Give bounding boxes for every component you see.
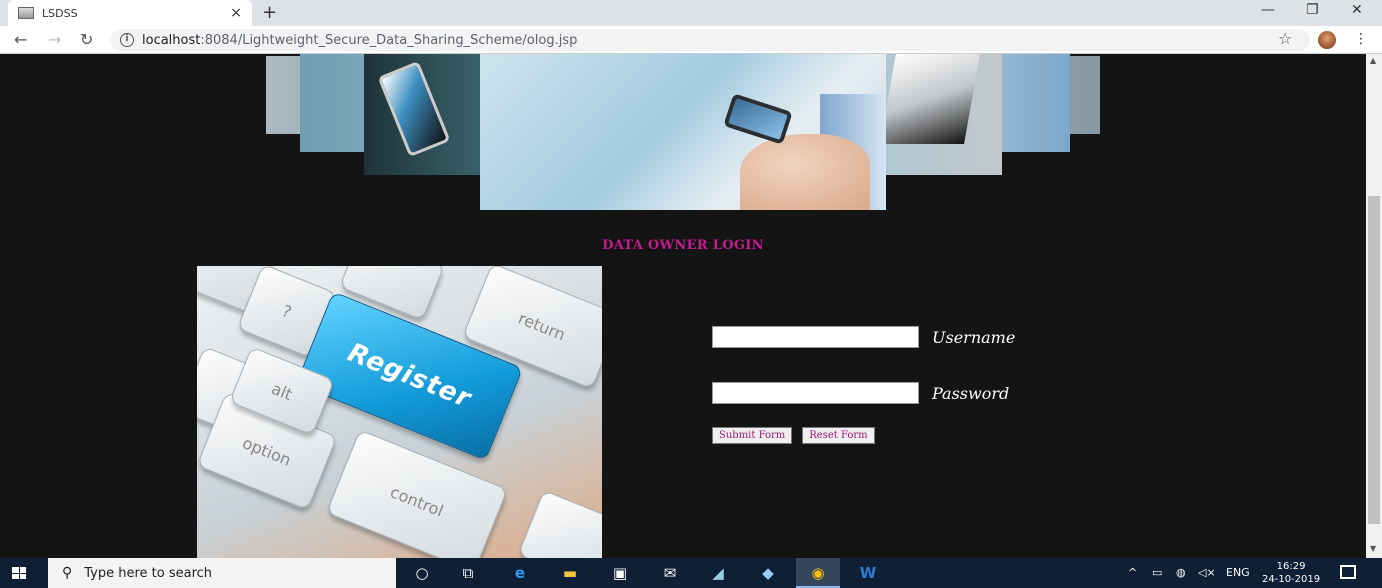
page-content: DATA OWNER LOGIN ? return Register optio…	[0, 54, 1366, 558]
scroll-down-icon[interactable]: ▼	[1370, 544, 1376, 553]
site-info-icon[interactable]: i	[120, 33, 134, 47]
network-icon[interactable]: ◍	[1176, 566, 1186, 579]
volume-icon[interactable]: ◁×	[1198, 566, 1216, 579]
tab-title: LSDSS	[42, 6, 78, 20]
url-host: localhost	[142, 32, 201, 48]
mail-icon[interactable]: ✉	[660, 563, 680, 583]
submit-button[interactable]: Submit Form	[712, 427, 793, 444]
restore-button[interactable]: ❐	[1306, 2, 1319, 18]
tab-close-icon[interactable]: ×	[230, 5, 242, 21]
search-placeholder: Type here to search	[84, 565, 213, 581]
taskbar-clock[interactable]: 16:29 24-10-2019	[1262, 560, 1320, 586]
bookmark-star-icon[interactable]: ☆	[1278, 29, 1292, 48]
favicon-icon	[18, 7, 34, 19]
chrome-icon[interactable]: ◉	[808, 563, 828, 583]
close-window-button[interactable]: ✕	[1351, 2, 1363, 18]
scrollbar-thumb[interactable]	[1368, 196, 1380, 524]
battery-icon[interactable]: ▭	[1152, 566, 1162, 579]
tray-chevron-icon[interactable]: ^	[1128, 566, 1137, 579]
form-buttons: Submit Form Reset Form	[712, 427, 875, 444]
banner-hand	[740, 134, 870, 210]
language-indicator[interactable]: ENG	[1226, 566, 1250, 579]
word-icon[interactable]: W	[858, 563, 878, 583]
search-icon: ⚲	[62, 565, 73, 581]
tab-strip: LSDSS × + — ❐ ✕	[0, 0, 1382, 26]
minimize-button[interactable]: —	[1261, 2, 1275, 18]
username-row: Username	[712, 326, 1015, 348]
forward-arrow-icon[interactable]: →	[48, 30, 61, 49]
task-view-icon[interactable]: ⧉	[458, 563, 478, 583]
back-arrow-icon[interactable]: ←	[14, 30, 27, 49]
taskbar-search[interactable]: ⚲ Type here to search	[48, 558, 396, 588]
clock-date: 24-10-2019	[1262, 574, 1321, 585]
browser-toolbar: ← → ↻ i localhost:8084/Lightweight_Secur…	[0, 26, 1382, 54]
cortana-icon[interactable]: ○	[412, 563, 432, 583]
package-icon[interactable]: ◆	[758, 563, 778, 583]
url-path: :8084/Lightweight_Secure_Data_Sharing_Sc…	[200, 32, 578, 48]
profile-avatar[interactable]	[1318, 31, 1336, 49]
browser-tab[interactable]: LSDSS ×	[8, 0, 252, 26]
username-label: Username	[932, 327, 1016, 347]
password-label: Password	[932, 383, 1010, 403]
app-icon[interactable]: ◢	[708, 563, 728, 583]
notification-icon[interactable]	[1340, 565, 1356, 579]
new-tab-button[interactable]: +	[262, 2, 277, 23]
banner-tablet-image	[880, 54, 980, 144]
page-title: DATA OWNER LOGIN	[602, 238, 764, 253]
password-row: Password	[712, 382, 1009, 404]
username-input[interactable]	[712, 326, 919, 348]
reset-button[interactable]: Reset Form	[802, 427, 875, 444]
page-scrollbar[interactable]: ▲ ▼	[1366, 54, 1382, 558]
address-bar[interactable]: i localhost:8084/Lightweight_Secure_Data…	[110, 29, 1310, 51]
reload-icon[interactable]: ↻	[80, 30, 93, 49]
taskbar: ⚲ Type here to search ○ ⧉ e ▬ ▣ ✉ ◢ ◆ ◉ …	[0, 558, 1382, 588]
scroll-up-icon[interactable]: ▲	[1370, 56, 1376, 65]
file-explorer-icon[interactable]: ▬	[560, 563, 580, 583]
clock-time: 16:29	[1276, 561, 1306, 572]
edge-icon[interactable]: e	[510, 563, 530, 583]
windows-start-icon[interactable]	[12, 567, 26, 579]
store-icon[interactable]: ▣	[610, 563, 630, 583]
menu-kebab-icon[interactable]: ⋮	[1354, 31, 1368, 47]
register-keyboard-image: ? return Register option alt control	[197, 266, 602, 558]
key-bottom-right	[517, 489, 602, 558]
password-input[interactable]	[712, 382, 919, 404]
